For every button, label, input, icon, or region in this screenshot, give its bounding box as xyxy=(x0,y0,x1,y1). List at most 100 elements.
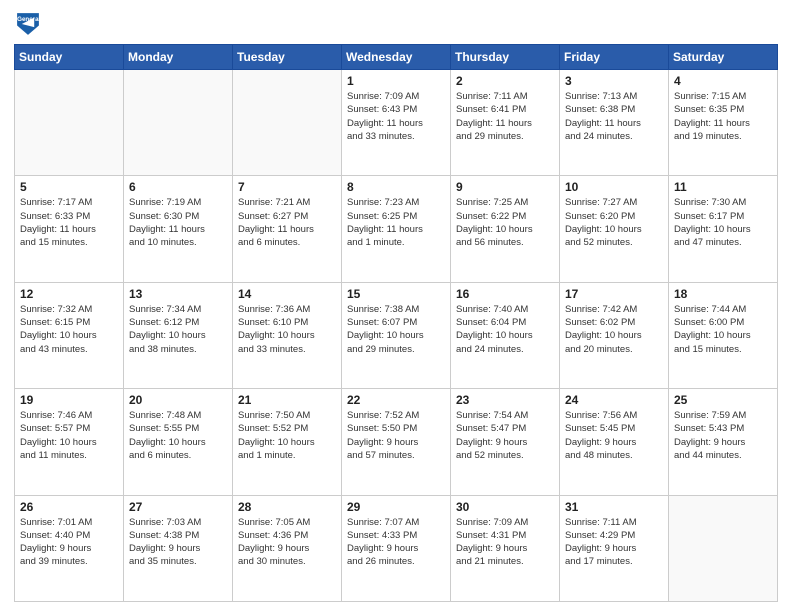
day-info: Sunrise: 7:50 AM Sunset: 5:52 PM Dayligh… xyxy=(238,409,336,462)
calendar-cell: 20 Sunrise: 7:48 AM Sunset: 5:55 PM Dayli… xyxy=(124,389,233,495)
week-row-3: 19 Sunrise: 7:46 AM Sunset: 5:57 PM Dayli… xyxy=(15,389,778,495)
day-number: 22 xyxy=(347,393,445,407)
day-number: 30 xyxy=(456,500,554,514)
calendar-cell: 16 Sunrise: 7:40 AM Sunset: 6:04 PM Dayli… xyxy=(451,282,560,388)
weekday-wednesday: Wednesday xyxy=(342,45,451,70)
day-info: Sunrise: 7:11 AM Sunset: 6:41 PM Dayligh… xyxy=(456,90,554,143)
calendar-cell: 5 Sunrise: 7:17 AM Sunset: 6:33 PM Daylig… xyxy=(15,176,124,282)
calendar-header: SundayMondayTuesdayWednesdayThursdayFrid… xyxy=(15,45,778,70)
calendar-cell: 1Sunrise: 7:09 AM Sunset: 6:43 PM Daylig… xyxy=(342,70,451,176)
day-info: Sunrise: 7:48 AM Sunset: 5:55 PM Dayligh… xyxy=(129,409,227,462)
svg-text:General: General xyxy=(17,16,40,23)
calendar-cell xyxy=(669,495,778,601)
day-info: Sunrise: 7:59 AM Sunset: 5:43 PM Dayligh… xyxy=(674,409,772,462)
calendar-cell: 26 Sunrise: 7:01 AM Sunset: 4:40 PM Dayli… xyxy=(15,495,124,601)
calendar-cell: 13 Sunrise: 7:34 AM Sunset: 6:12 PM Dayli… xyxy=(124,282,233,388)
calendar-cell: 29 Sunrise: 7:07 AM Sunset: 4:33 PM Dayli… xyxy=(342,495,451,601)
day-number: 29 xyxy=(347,500,445,514)
calendar-cell: 19 Sunrise: 7:46 AM Sunset: 5:57 PM Dayli… xyxy=(15,389,124,495)
day-number: 8 xyxy=(347,180,445,194)
calendar-cell: 3Sunrise: 7:13 AM Sunset: 6:38 PM Daylig… xyxy=(560,70,669,176)
day-number: 15 xyxy=(347,287,445,301)
day-number: 1 xyxy=(347,74,445,88)
calendar-cell: 8 Sunrise: 7:23 AM Sunset: 6:25 PM Daylig… xyxy=(342,176,451,282)
weekday-tuesday: Tuesday xyxy=(233,45,342,70)
calendar-cell: 6 Sunrise: 7:19 AM Sunset: 6:30 PM Daylig… xyxy=(124,176,233,282)
day-info: Sunrise: 7:21 AM Sunset: 6:27 PM Dayligh… xyxy=(238,196,336,249)
logo-icon: General xyxy=(14,10,42,38)
day-info: Sunrise: 7:46 AM Sunset: 5:57 PM Dayligh… xyxy=(20,409,118,462)
day-number: 16 xyxy=(456,287,554,301)
calendar-cell: 15 Sunrise: 7:38 AM Sunset: 6:07 PM Dayli… xyxy=(342,282,451,388)
calendar-cell: 23Sunrise: 7:54 AM Sunset: 5:47 PM Dayli… xyxy=(451,389,560,495)
calendar-cell: 24Sunrise: 7:56 AM Sunset: 5:45 PM Dayli… xyxy=(560,389,669,495)
day-info: Sunrise: 7:19 AM Sunset: 6:30 PM Dayligh… xyxy=(129,196,227,249)
day-number: 18 xyxy=(674,287,772,301)
day-number: 10 xyxy=(565,180,663,194)
calendar-cell: 17 Sunrise: 7:42 AM Sunset: 6:02 PM Dayli… xyxy=(560,282,669,388)
calendar-cell: 14 Sunrise: 7:36 AM Sunset: 6:10 PM Dayli… xyxy=(233,282,342,388)
day-info: Sunrise: 7:03 AM Sunset: 4:38 PM Dayligh… xyxy=(129,516,227,569)
day-number: 26 xyxy=(20,500,118,514)
day-info: Sunrise: 7:11 AM Sunset: 4:29 PM Dayligh… xyxy=(565,516,663,569)
week-row-0: 1Sunrise: 7:09 AM Sunset: 6:43 PM Daylig… xyxy=(15,70,778,176)
day-number: 17 xyxy=(565,287,663,301)
day-number: 12 xyxy=(20,287,118,301)
calendar-cell: 12Sunrise: 7:32 AM Sunset: 6:15 PM Dayli… xyxy=(15,282,124,388)
day-info: Sunrise: 7:17 AM Sunset: 6:33 PM Dayligh… xyxy=(20,196,118,249)
day-info: Sunrise: 7:09 AM Sunset: 4:31 PM Dayligh… xyxy=(456,516,554,569)
calendar-cell: 31 Sunrise: 7:11 AM Sunset: 4:29 PM Dayli… xyxy=(560,495,669,601)
week-row-1: 5 Sunrise: 7:17 AM Sunset: 6:33 PM Daylig… xyxy=(15,176,778,282)
day-info: Sunrise: 7:25 AM Sunset: 6:22 PM Dayligh… xyxy=(456,196,554,249)
page: General SundayMondayTuesdayWednesdayThur… xyxy=(0,0,792,612)
calendar-cell: 7 Sunrise: 7:21 AM Sunset: 6:27 PM Daylig… xyxy=(233,176,342,282)
calendar-cell: 18Sunrise: 7:44 AM Sunset: 6:00 PM Dayli… xyxy=(669,282,778,388)
calendar-cell: 10 Sunrise: 7:27 AM Sunset: 6:20 PM Dayli… xyxy=(560,176,669,282)
day-info: Sunrise: 7:07 AM Sunset: 4:33 PM Dayligh… xyxy=(347,516,445,569)
calendar-body: 1Sunrise: 7:09 AM Sunset: 6:43 PM Daylig… xyxy=(15,70,778,602)
day-number: 6 xyxy=(129,180,227,194)
header: General xyxy=(14,10,778,38)
calendar-cell: 11 Sunrise: 7:30 AM Sunset: 6:17 PM Dayli… xyxy=(669,176,778,282)
day-info: Sunrise: 7:01 AM Sunset: 4:40 PM Dayligh… xyxy=(20,516,118,569)
day-number: 5 xyxy=(20,180,118,194)
weekday-header-row: SundayMondayTuesdayWednesdayThursdayFrid… xyxy=(15,45,778,70)
day-info: Sunrise: 7:34 AM Sunset: 6:12 PM Dayligh… xyxy=(129,303,227,356)
weekday-friday: Friday xyxy=(560,45,669,70)
calendar-table: SundayMondayTuesdayWednesdayThursdayFrid… xyxy=(14,44,778,602)
calendar-cell: 22Sunrise: 7:52 AM Sunset: 5:50 PM Dayli… xyxy=(342,389,451,495)
day-info: Sunrise: 7:23 AM Sunset: 6:25 PM Dayligh… xyxy=(347,196,445,249)
day-number: 9 xyxy=(456,180,554,194)
calendar-cell: 4Sunrise: 7:15 AM Sunset: 6:35 PM Daylig… xyxy=(669,70,778,176)
day-number: 20 xyxy=(129,393,227,407)
day-info: Sunrise: 7:15 AM Sunset: 6:35 PM Dayligh… xyxy=(674,90,772,143)
day-number: 11 xyxy=(674,180,772,194)
day-number: 28 xyxy=(238,500,336,514)
day-number: 7 xyxy=(238,180,336,194)
day-info: Sunrise: 7:42 AM Sunset: 6:02 PM Dayligh… xyxy=(565,303,663,356)
day-number: 31 xyxy=(565,500,663,514)
calendar-cell: 30 Sunrise: 7:09 AM Sunset: 4:31 PM Dayli… xyxy=(451,495,560,601)
day-number: 2 xyxy=(456,74,554,88)
day-number: 3 xyxy=(565,74,663,88)
day-number: 13 xyxy=(129,287,227,301)
day-info: Sunrise: 7:30 AM Sunset: 6:17 PM Dayligh… xyxy=(674,196,772,249)
day-number: 14 xyxy=(238,287,336,301)
weekday-thursday: Thursday xyxy=(451,45,560,70)
calendar-cell xyxy=(124,70,233,176)
day-info: Sunrise: 7:05 AM Sunset: 4:36 PM Dayligh… xyxy=(238,516,336,569)
day-number: 23 xyxy=(456,393,554,407)
calendar-cell: 25Sunrise: 7:59 AM Sunset: 5:43 PM Dayli… xyxy=(669,389,778,495)
day-info: Sunrise: 7:36 AM Sunset: 6:10 PM Dayligh… xyxy=(238,303,336,356)
week-row-2: 12Sunrise: 7:32 AM Sunset: 6:15 PM Dayli… xyxy=(15,282,778,388)
day-info: Sunrise: 7:40 AM Sunset: 6:04 PM Dayligh… xyxy=(456,303,554,356)
day-number: 19 xyxy=(20,393,118,407)
day-info: Sunrise: 7:38 AM Sunset: 6:07 PM Dayligh… xyxy=(347,303,445,356)
weekday-saturday: Saturday xyxy=(669,45,778,70)
calendar-cell: 9 Sunrise: 7:25 AM Sunset: 6:22 PM Daylig… xyxy=(451,176,560,282)
day-info: Sunrise: 7:27 AM Sunset: 6:20 PM Dayligh… xyxy=(565,196,663,249)
weekday-monday: Monday xyxy=(124,45,233,70)
day-number: 21 xyxy=(238,393,336,407)
calendar-cell: 2 Sunrise: 7:11 AM Sunset: 6:41 PM Daylig… xyxy=(451,70,560,176)
day-number: 27 xyxy=(129,500,227,514)
